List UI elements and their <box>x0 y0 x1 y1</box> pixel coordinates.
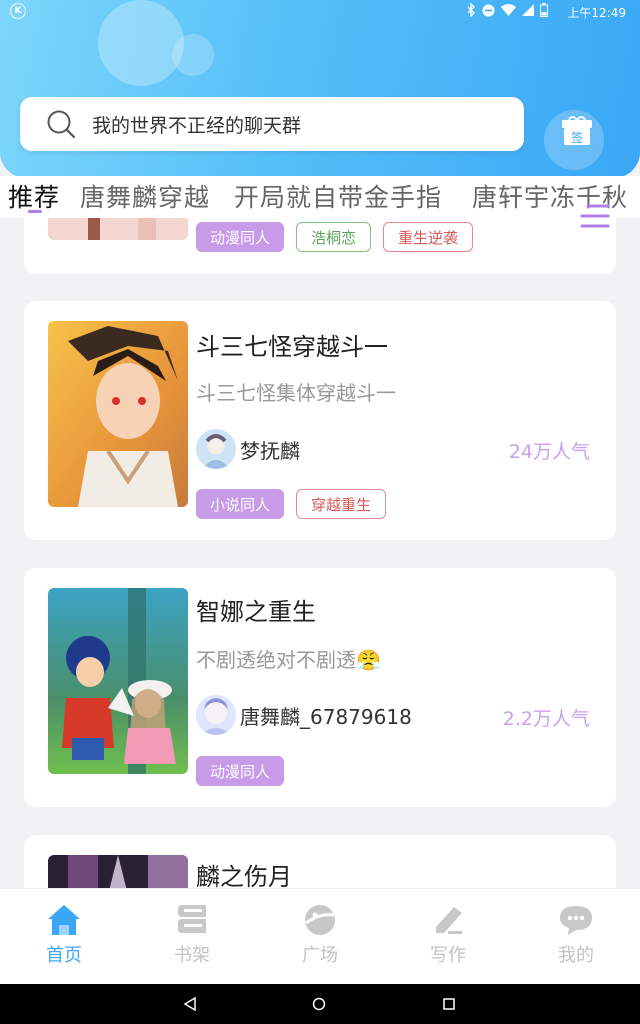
search-bar[interactable]: 我的世界不正经的聊天群 <box>20 97 524 151</box>
search-icon <box>47 110 76 139</box>
story-title[interactable]: 麟之伤月 <box>196 857 292 892</box>
author-row[interactable]: 唐舞麟_67879618 <box>196 695 412 735</box>
tag[interactable]: 穿越重生 <box>296 489 387 519</box>
story-description: 不剧透绝对不剧透😤 <box>196 648 381 672</box>
tag[interactable]: 重生逆袭 <box>383 222 474 252</box>
story-card[interactable]: 智娜之重生 不剧透绝对不剧透😤 唐舞麟_67879618 2.2万人气 动漫同人 <box>24 568 616 807</box>
story-cover <box>48 218 188 240</box>
story-description: 斗三七怪集体穿越斗一 <box>196 381 396 405</box>
story-cover <box>48 321 188 507</box>
back-icon[interactable] <box>183 997 197 1011</box>
search-placeholder: 我的世界不正经的聊天群 <box>92 114 302 137</box>
system-icons <box>466 3 548 17</box>
nav-label: 写作 <box>430 945 466 966</box>
nav-square[interactable]: 广场 <box>280 903 360 967</box>
tag-list: 动漫同人 浩桐恋 重生逆袭 <box>196 222 474 252</box>
nav-bookshelf[interactable]: 书架 <box>152 903 232 967</box>
battery-icon <box>540 3 548 17</box>
wifi-icon <box>501 4 516 16</box>
square-icon <box>305 905 335 935</box>
nav-profile[interactable]: 我的 <box>536 903 616 967</box>
popularity-count: 2.2万人气 <box>502 708 590 730</box>
nav-label: 首页 <box>46 945 82 966</box>
tab-recommend[interactable]: 推荐 <box>8 178 60 214</box>
tag[interactable]: 动漫同人 <box>196 222 285 252</box>
active-tab-indicator <box>28 210 42 213</box>
menu-icon[interactable] <box>574 198 614 238</box>
story-title[interactable]: 斗三七怪穿越斗一 <box>196 327 388 362</box>
write-icon <box>436 907 462 934</box>
popularity-count: 24万人气 <box>508 441 590 463</box>
home-circle-icon[interactable] <box>312 997 326 1011</box>
signal-icon <box>522 4 534 16</box>
recents-icon[interactable] <box>442 997 456 1011</box>
story-title[interactable]: 智娜之重生 <box>196 592 316 627</box>
svg-text:签: 签 <box>571 130 583 145</box>
story-cover <box>48 588 188 774</box>
avatar <box>196 429 236 469</box>
bottom-navigation: 首页 书架 广场 写作 我的 <box>0 888 640 984</box>
dnd-icon <box>482 4 495 16</box>
nav-home[interactable]: 首页 <box>24 903 104 967</box>
system-navigation-bar <box>0 984 640 1024</box>
bluetooth-icon <box>467 3 475 17</box>
header-banner: K 上午12:49 我的世界不正经的聊天群 <box>0 0 640 178</box>
status-time: 上午12:49 <box>567 6 626 20</box>
tag-list: 小说同人 穿越重生 <box>196 489 387 519</box>
nav-label: 广场 <box>302 945 338 966</box>
gift-sign-icon[interactable]: 签 <box>560 114 594 146</box>
status-bar: K 上午12:49 <box>0 0 640 22</box>
tag[interactable]: 浩桐恋 <box>296 222 372 252</box>
tag-list: 动漫同人 <box>196 756 285 786</box>
bookshelf-icon <box>178 905 206 933</box>
tag[interactable]: 小说同人 <box>196 489 285 519</box>
home-icon <box>48 905 80 935</box>
app-k-icon: K <box>10 3 26 19</box>
decor-bubble <box>172 34 214 76</box>
category-tabs-overlay: 推荐 唐舞麟穿越 开局就自带金手指 唐轩宇冻千秋 <box>0 176 640 218</box>
tag[interactable]: 动漫同人 <box>196 756 285 786</box>
profile-icon <box>560 906 592 935</box>
tab-tang-wulin[interactable]: 唐舞麟穿越 <box>80 178 210 214</box>
tab-golden-finger[interactable]: 开局就自带金手指 <box>234 178 442 214</box>
nav-label: 书架 <box>174 945 210 966</box>
nav-label: 我的 <box>558 945 594 966</box>
story-card[interactable]: 斗三七怪穿越斗一 斗三七怪集体穿越斗一 梦抚麟 24万人气 小说同人 穿越重生 <box>24 301 616 540</box>
author-name: 梦抚麟 <box>240 438 300 463</box>
nav-write[interactable]: 写作 <box>408 903 488 967</box>
avatar <box>196 695 236 735</box>
author-row[interactable]: 梦抚麟 <box>196 429 300 469</box>
author-name: 唐舞麟_67879618 <box>240 704 412 729</box>
